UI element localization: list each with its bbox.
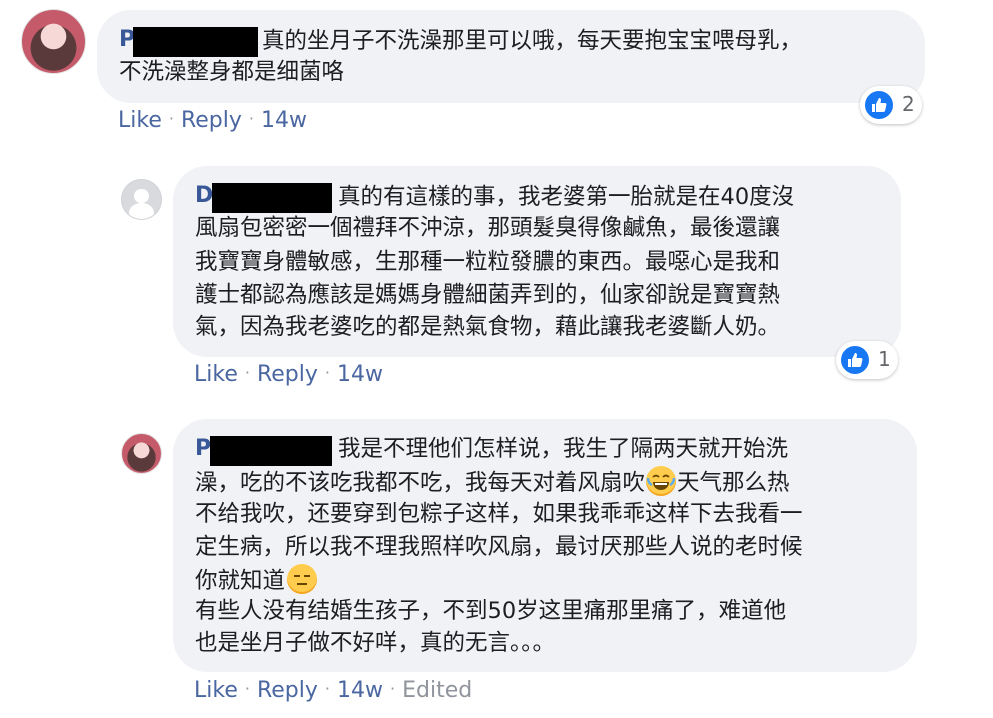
redaction-block: [210, 436, 332, 466]
avatar-head-shape: [134, 188, 149, 203]
commenter-avatar[interactable]: [21, 9, 86, 74]
comment-text-line: 定生病，所以我不理我照样吹风扇，最讨厌那些人说的老时候: [195, 534, 803, 560]
separator: ·: [168, 109, 174, 128]
edited-label[interactable]: Edited: [402, 678, 472, 703]
like-link[interactable]: Like: [194, 678, 238, 703]
like-link[interactable]: Like: [194, 362, 238, 387]
comment-author[interactable]: P: [195, 436, 211, 461]
like-icon: [839, 344, 871, 376]
joy-emoji: [646, 466, 677, 496]
timestamp[interactable]: 14w: [337, 362, 383, 387]
reaction-count: 2: [902, 92, 915, 116]
reaction-summary[interactable]: 1: [836, 341, 898, 379]
comment-text-line: 真的有這樣的事，我老婆第一胎就是在40度沒: [338, 184, 795, 210]
commenter-avatar[interactable]: [121, 179, 162, 220]
separator: ·: [244, 679, 250, 698]
comment-text-line: 澡，吃的不该吃我都不吃，我每天对着风扇吹 天气那么热: [195, 466, 790, 499]
comment-text-line: 我寶寶身體敏感，生那種一粒粒發膿的東西。最噁心是我和: [195, 249, 781, 275]
redaction-block: [133, 27, 258, 57]
redaction-block: [212, 183, 332, 213]
comment-text-segment: 天气那么热: [677, 470, 790, 496]
reaction-count: 1: [878, 347, 891, 371]
like-icon: [863, 89, 895, 121]
comment-text-line: 不洗澡整身都是细菌咯: [119, 59, 345, 85]
comment-actions: Like · Reply · 14w: [194, 362, 383, 387]
comment-text-line: 不给我吹，还要穿到包粽子这样，如果我乖乖这样下去我看一: [195, 501, 803, 527]
comment-text-line: 有些人没有结婚生孩子，不到50岁这里痛那里痛了，难道他: [195, 598, 787, 624]
expressionless-emoji: [287, 564, 318, 594]
comment-actions: Like · Reply · 14w · Edited: [194, 678, 472, 703]
separator: ·: [248, 109, 254, 128]
comment-text-line: 我是不理他们怎样说，我生了隔两天就开始洗: [338, 436, 789, 462]
like-link[interactable]: Like: [118, 108, 162, 133]
comment-actions: Like · Reply · 14w: [118, 108, 307, 133]
avatar-body-shape: [128, 203, 155, 219]
reply-link[interactable]: Reply: [257, 362, 318, 387]
comment-text-line: 氣，因為我老婆吃的都是熱氣食物，藉此讓我老婆斷人奶。: [195, 314, 781, 340]
separator: ·: [324, 363, 330, 382]
timestamp[interactable]: 14w: [261, 108, 307, 133]
reply-link[interactable]: Reply: [181, 108, 242, 133]
comment-text-line: 風扇包密密一個禮拜不沖涼，那頭髮臭得像鹹魚，最後還讓: [195, 215, 781, 241]
comment-author[interactable]: D: [195, 183, 213, 208]
reply-link[interactable]: Reply: [257, 678, 318, 703]
comment-text-segment: 澡，吃的不该吃我都不吃，我每天对着风扇吹: [195, 470, 646, 496]
comment-text-segment: 你就知道: [195, 568, 286, 594]
separator: ·: [390, 679, 396, 698]
comment-text-line: 也是坐月子做不好咩，真的无言。。。: [195, 630, 556, 656]
reaction-summary[interactable]: 2: [860, 86, 922, 124]
separator: ·: [244, 363, 250, 382]
separator: ·: [324, 679, 330, 698]
comment-text-line: 真的坐月子不洗澡那里可以哦，每天要抱宝宝喂母乳，: [262, 28, 803, 54]
timestamp[interactable]: 14w: [337, 678, 383, 703]
comment-text-line: 你就知道: [195, 564, 318, 597]
commenter-avatar[interactable]: [121, 433, 162, 474]
comment-text-line: 護士都認為應該是媽媽身體細菌弄到的，仙家卻說是寶寶熱: [195, 282, 781, 308]
